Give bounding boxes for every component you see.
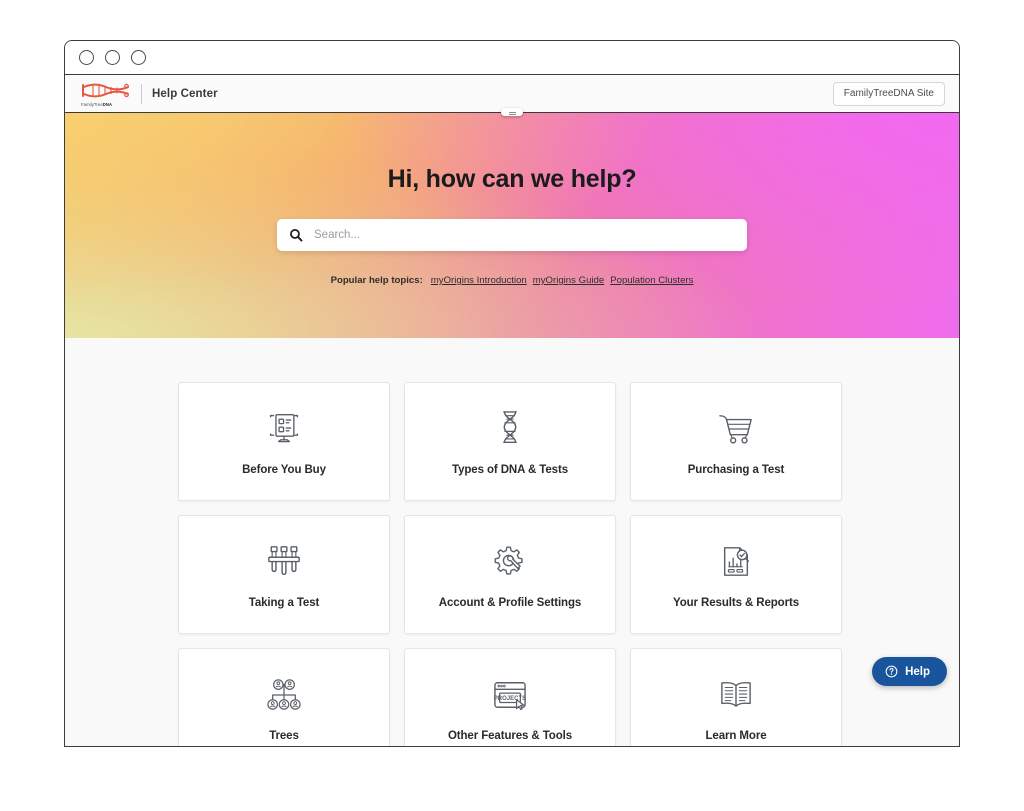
window-close-button[interactable]: [79, 50, 94, 65]
dna-helix-icon: [497, 408, 523, 450]
browser-projects-icon: PROJECTS: [491, 674, 529, 716]
category-card-learn-more[interactable]: Learn More: [630, 648, 842, 746]
familytreedna-logo: FamilyTreeDNA: [81, 81, 133, 107]
header-drag-handle[interactable]: [501, 108, 523, 116]
categories-section: Before You Buy Types of DNA & Tests Purc…: [65, 338, 959, 746]
help-widget-label: Help: [905, 665, 930, 678]
logo-wordmark: FamilyTreeDNA: [81, 101, 113, 107]
help-widget-button[interactable]: Help: [872, 657, 947, 686]
topic-link-myorigins-guide[interactable]: myOrigins Guide: [533, 275, 604, 286]
category-label: Purchasing a Test: [687, 463, 785, 476]
header-right: FamilyTreeDNA Site: [832, 81, 945, 106]
shopping-cart-icon: [717, 408, 755, 450]
familytreedna-site-button[interactable]: FamilyTreeDNA Site: [832, 81, 945, 106]
category-label: Trees: [269, 729, 299, 742]
category-label: Taking a Test: [248, 596, 320, 609]
page-title: Help Center: [152, 87, 218, 100]
window-minimize-button[interactable]: [105, 50, 120, 65]
search-input[interactable]: [312, 228, 735, 242]
hero-heading: Hi, how can we help?: [387, 165, 637, 193]
family-tree-icon: [265, 674, 303, 716]
site-header: FamilyTreeDNA Help Center FamilyTreeDNA …: [65, 75, 959, 116]
category-card-types-of-dna-and-tests[interactable]: Types of DNA & Tests: [404, 382, 616, 501]
categories-grid: Before You Buy Types of DNA & Tests Purc…: [178, 382, 846, 746]
search-bar[interactable]: [277, 219, 747, 251]
monitor-checklist-icon: [266, 408, 302, 450]
search-icon: [289, 228, 303, 242]
category-label: Your Results & Reports: [672, 596, 800, 609]
document-chart-search-icon: [719, 541, 753, 583]
category-card-account-and-profile-settings[interactable]: Account & Profile Settings: [404, 515, 616, 634]
gear-wrench-icon: [492, 541, 528, 583]
browser-window: FamilyTreeDNA Help Center FamilyTreeDNA …: [64, 40, 960, 747]
category-label: Account & Profile Settings: [438, 596, 582, 609]
open-book-icon: [718, 674, 754, 716]
window-titlebar: [65, 41, 959, 75]
header-divider: [141, 83, 142, 104]
brand[interactable]: FamilyTreeDNA Help Center: [81, 81, 218, 107]
popular-help-topics: Popular help topics: myOrigins Introduct…: [331, 275, 694, 286]
category-card-purchasing-a-test[interactable]: Purchasing a Test: [630, 382, 842, 501]
category-card-before-you-buy[interactable]: Before You Buy: [178, 382, 390, 501]
question-circle-icon: [885, 665, 898, 678]
category-label: Before You Buy: [242, 463, 326, 476]
category-label: Other Features & Tools: [447, 729, 573, 742]
category-card-other-features-and-tools[interactable]: PROJECTS Other Features & Tools: [404, 648, 616, 746]
window-maximize-button[interactable]: [131, 50, 146, 65]
svg-text:PROJECTS: PROJECTS: [494, 696, 526, 702]
category-label: Learn More: [705, 729, 767, 742]
category-card-your-results-and-reports[interactable]: Your Results & Reports: [630, 515, 842, 634]
hero-banner: Hi, how can we help? Popular help topics…: [65, 113, 959, 338]
category-card-taking-a-test[interactable]: Taking a Test: [178, 515, 390, 634]
topic-link-myorigins-introduction[interactable]: myOrigins Introduction: [431, 275, 527, 286]
category-card-trees[interactable]: Trees: [178, 648, 390, 746]
test-tubes-icon: [265, 541, 303, 583]
page-content: Hi, how can we help? Popular help topics…: [65, 113, 959, 746]
topic-link-population-clusters[interactable]: Population Clusters: [610, 275, 693, 286]
category-label: Types of DNA & Tests: [452, 463, 568, 476]
popular-topics-label: Popular help topics:: [330, 275, 423, 286]
